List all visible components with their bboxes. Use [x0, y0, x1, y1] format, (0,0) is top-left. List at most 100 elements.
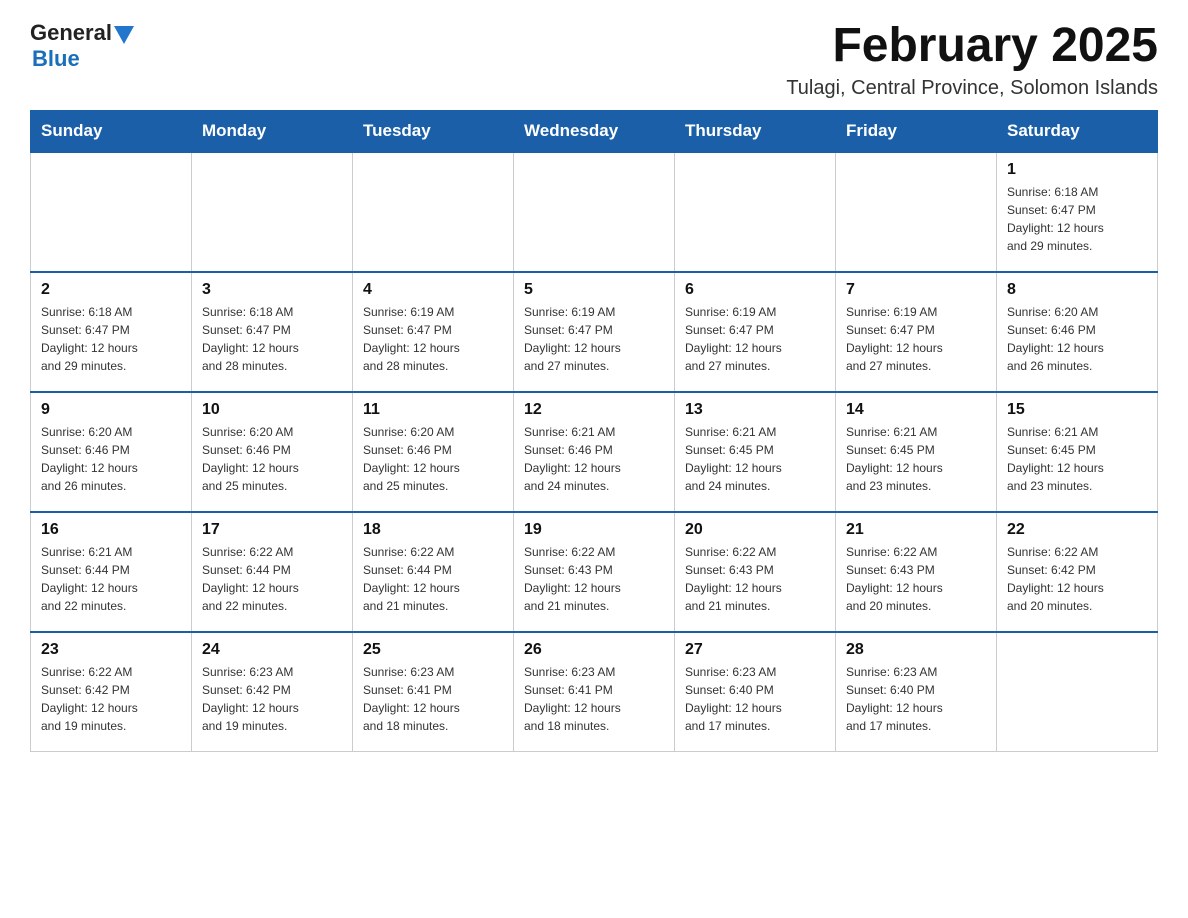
table-row: 2Sunrise: 6:18 AM Sunset: 6:47 PM Daylig… [31, 272, 192, 392]
day-info: Sunrise: 6:19 AM Sunset: 6:47 PM Dayligh… [846, 303, 986, 375]
day-number: 13 [685, 401, 825, 419]
day-info: Sunrise: 6:21 AM Sunset: 6:45 PM Dayligh… [685, 423, 825, 495]
table-row: 23Sunrise: 6:22 AM Sunset: 6:42 PM Dayli… [31, 632, 192, 752]
table-row: 4 Sunrise: 6:19 AM Sunset: 6:47 PM Daylig… [353, 272, 514, 392]
calendar-week-row: 2Sunrise: 6:18 AM Sunset: 6:47 PM Daylig… [31, 272, 1158, 392]
day-info: Sunrise: 6:22 AM Sunset: 6:43 PM Dayligh… [685, 543, 825, 615]
day-info: Sunrise: 6:22 AM Sunset: 6:42 PM Dayligh… [1007, 543, 1147, 615]
header-saturday: Saturday [997, 110, 1158, 152]
day-number: 25 [363, 641, 503, 659]
day-number: 17 [202, 521, 342, 539]
day-info: Sunrise: 6:20 AM Sunset: 6:46 PM Dayligh… [1007, 303, 1147, 375]
day-info: Sunrise: 6:21 AM Sunset: 6:46 PM Dayligh… [524, 423, 664, 495]
table-row: 6Sunrise: 6:19 AM Sunset: 6:47 PM Daylig… [675, 272, 836, 392]
day-number: 19 [524, 521, 664, 539]
title-block: February 2025 Tulagi, Central Province, … [786, 20, 1158, 100]
day-number: 7 [846, 281, 986, 299]
day-number: 24 [202, 641, 342, 659]
logo: General Blue [30, 20, 134, 72]
day-info: Sunrise: 6:23 AM Sunset: 6:40 PM Dayligh… [685, 663, 825, 735]
day-info: Sunrise: 6:21 AM Sunset: 6:45 PM Dayligh… [846, 423, 986, 495]
day-number: 4 [363, 281, 503, 299]
table-row: 22 Sunrise: 6:22 AM Sunset: 6:42 PM Dayli… [997, 512, 1158, 632]
table-row [997, 632, 1158, 752]
day-number: 1 [1007, 161, 1147, 179]
day-info: Sunrise: 6:22 AM Sunset: 6:44 PM Dayligh… [363, 543, 503, 615]
day-number: 16 [41, 521, 181, 539]
table-row: 21 Sunrise: 6:22 AM Sunset: 6:43 PM Dayli… [836, 512, 997, 632]
month-year-title: February 2025 [786, 20, 1158, 73]
day-number: 11 [363, 401, 503, 419]
day-number: 27 [685, 641, 825, 659]
day-number: 22 [1007, 521, 1147, 539]
day-info: Sunrise: 6:21 AM Sunset: 6:44 PM Dayligh… [41, 543, 181, 615]
logo-text-blue: Blue [32, 46, 80, 72]
day-info: Sunrise: 6:22 AM Sunset: 6:43 PM Dayligh… [846, 543, 986, 615]
table-row: 24 Sunrise: 6:23 AM Sunset: 6:42 PM Dayli… [192, 632, 353, 752]
header-friday: Friday [836, 110, 997, 152]
day-info: Sunrise: 6:20 AM Sunset: 6:46 PM Dayligh… [41, 423, 181, 495]
day-info: Sunrise: 6:20 AM Sunset: 6:46 PM Dayligh… [202, 423, 342, 495]
logo-arrow-icon [114, 26, 134, 44]
day-number: 28 [846, 641, 986, 659]
day-info: Sunrise: 6:23 AM Sunset: 6:42 PM Dayligh… [202, 663, 342, 735]
day-info: Sunrise: 6:18 AM Sunset: 6:47 PM Dayligh… [202, 303, 342, 375]
day-number: 6 [685, 281, 825, 299]
day-number: 21 [846, 521, 986, 539]
location-subtitle: Tulagi, Central Province, Solomon Island… [786, 77, 1158, 100]
table-row: 16 Sunrise: 6:21 AM Sunset: 6:44 PM Dayli… [31, 512, 192, 632]
day-number: 14 [846, 401, 986, 419]
day-info: Sunrise: 6:20 AM Sunset: 6:46 PM Dayligh… [363, 423, 503, 495]
table-row: 11 Sunrise: 6:20 AM Sunset: 6:46 PM Dayli… [353, 392, 514, 512]
day-number: 26 [524, 641, 664, 659]
day-info: Sunrise: 6:21 AM Sunset: 6:45 PM Dayligh… [1007, 423, 1147, 495]
calendar-week-row: 1 Sunrise: 6:18 AM Sunset: 6:47 PM Daylig… [31, 152, 1158, 272]
header-tuesday: Tuesday [353, 110, 514, 152]
day-info: Sunrise: 6:19 AM Sunset: 6:47 PM Dayligh… [363, 303, 503, 375]
header-monday: Monday [192, 110, 353, 152]
table-row: 15 Sunrise: 6:21 AM Sunset: 6:45 PM Dayli… [997, 392, 1158, 512]
table-row [192, 152, 353, 272]
table-row [675, 152, 836, 272]
day-info: Sunrise: 6:22 AM Sunset: 6:44 PM Dayligh… [202, 543, 342, 615]
table-row: 17 Sunrise: 6:22 AM Sunset: 6:44 PM Dayli… [192, 512, 353, 632]
table-row [31, 152, 192, 272]
table-row: 5 Sunrise: 6:19 AM Sunset: 6:47 PM Daylig… [514, 272, 675, 392]
calendar-week-row: 16 Sunrise: 6:21 AM Sunset: 6:44 PM Dayli… [31, 512, 1158, 632]
table-row: 7 Sunrise: 6:19 AM Sunset: 6:47 PM Daylig… [836, 272, 997, 392]
table-row [514, 152, 675, 272]
table-row: 20 Sunrise: 6:22 AM Sunset: 6:43 PM Dayli… [675, 512, 836, 632]
day-number: 20 [685, 521, 825, 539]
day-info: Sunrise: 6:22 AM Sunset: 6:42 PM Dayligh… [41, 663, 181, 735]
page-header: General Blue February 2025 Tulagi, Centr… [30, 20, 1158, 100]
day-info: Sunrise: 6:22 AM Sunset: 6:43 PM Dayligh… [524, 543, 664, 615]
table-row: 18Sunrise: 6:22 AM Sunset: 6:44 PM Dayli… [353, 512, 514, 632]
day-number: 10 [202, 401, 342, 419]
day-info: Sunrise: 6:19 AM Sunset: 6:47 PM Dayligh… [524, 303, 664, 375]
calendar-week-row: 9 Sunrise: 6:20 AM Sunset: 6:46 PM Daylig… [31, 392, 1158, 512]
table-row: 10 Sunrise: 6:20 AM Sunset: 6:46 PM Dayli… [192, 392, 353, 512]
header-thursday: Thursday [675, 110, 836, 152]
day-info: Sunrise: 6:18 AM Sunset: 6:47 PM Dayligh… [1007, 183, 1147, 255]
day-info: Sunrise: 6:23 AM Sunset: 6:40 PM Dayligh… [846, 663, 986, 735]
logo-text-general: General [30, 20, 112, 46]
day-number: 8 [1007, 281, 1147, 299]
table-row [836, 152, 997, 272]
table-row: 26Sunrise: 6:23 AM Sunset: 6:41 PM Dayli… [514, 632, 675, 752]
days-header-row: Sunday Monday Tuesday Wednesday Thursday… [31, 110, 1158, 152]
day-number: 3 [202, 281, 342, 299]
day-number: 9 [41, 401, 181, 419]
table-row: 25Sunrise: 6:23 AM Sunset: 6:41 PM Dayli… [353, 632, 514, 752]
table-row [353, 152, 514, 272]
table-row: 14 Sunrise: 6:21 AM Sunset: 6:45 PM Dayli… [836, 392, 997, 512]
table-row: 1 Sunrise: 6:18 AM Sunset: 6:47 PM Daylig… [997, 152, 1158, 272]
table-row: 12Sunrise: 6:21 AM Sunset: 6:46 PM Dayli… [514, 392, 675, 512]
table-row: 27 Sunrise: 6:23 AM Sunset: 6:40 PM Dayli… [675, 632, 836, 752]
table-row: 8 Sunrise: 6:20 AM Sunset: 6:46 PM Daylig… [997, 272, 1158, 392]
day-number: 5 [524, 281, 664, 299]
day-number: 15 [1007, 401, 1147, 419]
table-row: 3 Sunrise: 6:18 AM Sunset: 6:47 PM Daylig… [192, 272, 353, 392]
calendar-table: Sunday Monday Tuesday Wednesday Thursday… [30, 110, 1158, 753]
table-row: 13 Sunrise: 6:21 AM Sunset: 6:45 PM Dayli… [675, 392, 836, 512]
header-sunday: Sunday [31, 110, 192, 152]
